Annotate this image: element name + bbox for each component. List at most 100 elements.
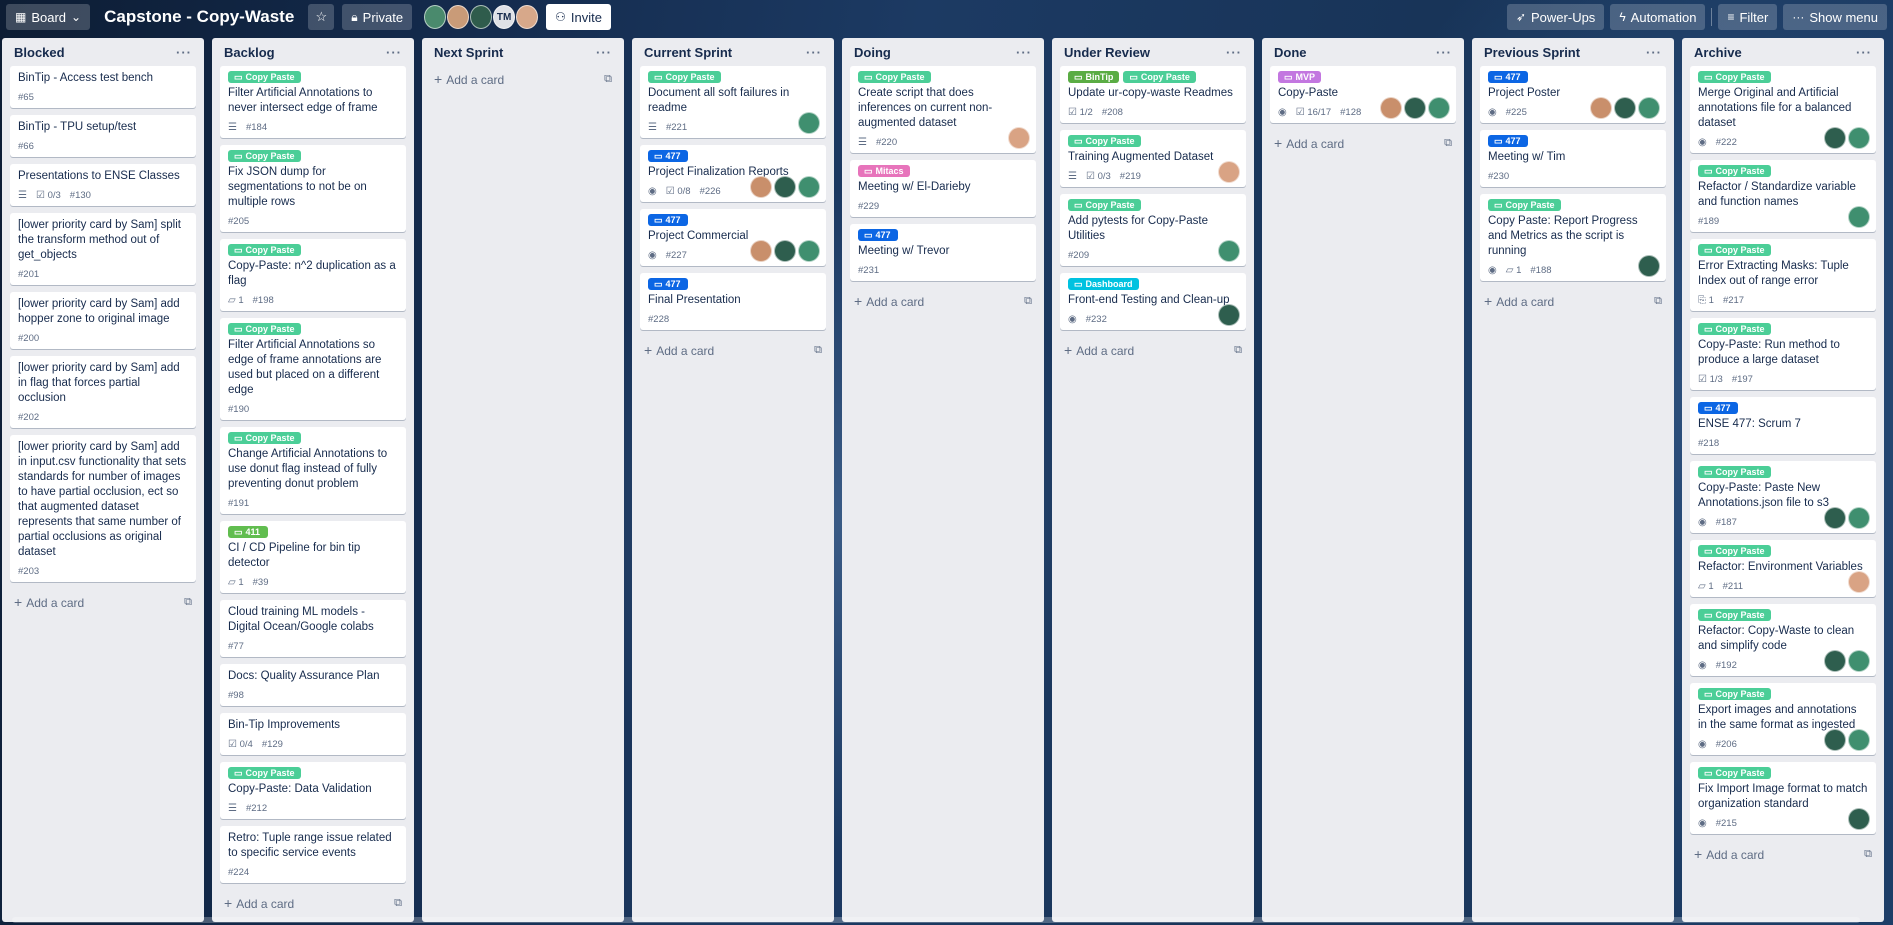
board-title[interactable]: Capstone - Copy-Waste xyxy=(98,7,300,27)
member-avatar[interactable] xyxy=(1428,97,1450,119)
card[interactable]: ▭ 477 Meeting w/ Trevor #231 xyxy=(850,224,1036,281)
card-label[interactable]: ▭ Copy Paste xyxy=(1698,767,1771,779)
card-template-icon[interactable]: ⧉ xyxy=(394,897,402,910)
card[interactable]: Bin-Tip Improvements ☑ 0/4 #129 xyxy=(220,713,406,755)
card-label[interactable]: ▭ 477 xyxy=(1698,402,1738,414)
add-card-button[interactable]: + Add a card ⧉ xyxy=(1480,288,1666,314)
card-template-icon[interactable]: ⧉ xyxy=(184,596,192,609)
list-title[interactable]: Blocked xyxy=(14,45,65,60)
card-template-icon[interactable]: ⧉ xyxy=(1864,848,1872,861)
add-card-button[interactable]: + Add a card ⧉ xyxy=(640,337,826,363)
card[interactable]: Retro: Tuple range issue related to spec… xyxy=(220,826,406,883)
card[interactable]: ▭ Copy Paste Create script that does infer… xyxy=(850,66,1036,153)
card[interactable]: ▭ 477 Final Presentation #228 xyxy=(640,273,826,330)
star-board-button[interactable]: ☆ xyxy=(308,4,335,30)
list-actions-icon[interactable]: ··· xyxy=(1226,45,1242,60)
member-avatar[interactable]: TM xyxy=(493,5,516,29)
member-avatar[interactable] xyxy=(750,176,772,198)
card-label[interactable]: ▭ Copy Paste xyxy=(1698,609,1771,621)
card[interactable]: Docs: Quality Assurance Plan #98 xyxy=(220,664,406,706)
card-label[interactable]: ▭ Copy Paste xyxy=(228,71,301,83)
add-card-button[interactable]: + Add a card ⧉ xyxy=(1270,130,1456,156)
member-avatar[interactable] xyxy=(1848,127,1870,149)
card-label[interactable]: ▭ Copy Paste xyxy=(1123,71,1196,83)
visibility-button[interactable]: 🔒︎ Private xyxy=(342,4,413,30)
member-avatar[interactable] xyxy=(1848,729,1870,751)
member-avatar[interactable] xyxy=(447,5,470,29)
member-avatar[interactable] xyxy=(1008,127,1030,149)
card-label[interactable]: ▭ Copy Paste xyxy=(1068,199,1141,211)
member-avatar[interactable] xyxy=(750,240,772,262)
card[interactable]: BinTip - TPU setup/test #66 xyxy=(10,115,196,157)
member-avatar[interactable] xyxy=(1638,255,1660,277)
card[interactable]: ▭ Copy Paste Copy-Paste: Paste New Annotat… xyxy=(1690,461,1876,533)
member-avatar[interactable] xyxy=(1848,571,1870,593)
card[interactable]: BinTip - Access test bench #65 xyxy=(10,66,196,108)
list-actions-icon[interactable]: ··· xyxy=(1646,45,1662,60)
member-avatar[interactable] xyxy=(1404,97,1426,119)
card-label[interactable]: ▭ 411 xyxy=(228,526,268,538)
member-avatar[interactable] xyxy=(1218,304,1240,326)
card-label[interactable]: ▭ Copy Paste xyxy=(228,767,301,779)
card[interactable]: ▭ Copy Paste Copy-Paste: n^2 duplication a… xyxy=(220,239,406,311)
card-label[interactable]: ▭ 477 xyxy=(1488,71,1528,83)
card-label[interactable]: ▭ Copy Paste xyxy=(648,71,721,83)
card-template-icon[interactable]: ⧉ xyxy=(814,344,822,357)
card[interactable]: ▭ Copy Paste Copy Paste: Report Progress a… xyxy=(1480,194,1666,281)
member-avatar[interactable] xyxy=(1824,729,1846,751)
card-label[interactable]: ▭ Copy Paste xyxy=(1698,323,1771,335)
card[interactable]: [lower priority card by Sam] add in inpu… xyxy=(10,435,196,582)
list-title[interactable]: Done xyxy=(1274,45,1307,60)
member-avatar[interactable] xyxy=(1590,97,1612,119)
list-actions-icon[interactable]: ··· xyxy=(806,45,822,60)
card-template-icon[interactable]: ⧉ xyxy=(604,73,612,86)
card[interactable]: ▭ Copy Paste Copy-Paste: Data Validation ☰ #… xyxy=(220,762,406,819)
card[interactable]: [lower priority card by Sam] split the t… xyxy=(10,213,196,285)
card-label[interactable]: ▭ Copy Paste xyxy=(858,71,931,83)
card[interactable]: ▭ 411 CI / CD Pipeline for bin tip detecto… xyxy=(220,521,406,593)
automation-button[interactable]: ϟ Automation xyxy=(1610,4,1706,30)
card[interactable]: ▭ 477 Project Poster ◉ #225 xyxy=(1480,66,1666,123)
list-title[interactable]: Backlog xyxy=(224,45,275,60)
card[interactable]: ▭ Copy Paste Refactor / Standardize variab… xyxy=(1690,160,1876,232)
card-label[interactable]: ▭ Copy Paste xyxy=(228,244,301,256)
card-label[interactable]: ▭ Copy Paste xyxy=(1698,244,1771,256)
card-label[interactable]: ▭ Copy Paste xyxy=(1698,466,1771,478)
card[interactable]: ▭ 477 ENSE 477: Scrum 7 #218 xyxy=(1690,397,1876,454)
card[interactable]: ▭ 477 Project Commercial ◉ #227 xyxy=(640,209,826,266)
list-title[interactable]: Under Review xyxy=(1064,45,1150,60)
member-avatar[interactable] xyxy=(516,5,539,29)
member-avatar[interactable] xyxy=(424,5,447,29)
card[interactable]: ▭ Mitacs Meeting w/ El-Darieby #229 xyxy=(850,160,1036,217)
card[interactable]: Presentations to ENSE Classes ☰ ☑ 0/3 #130 xyxy=(10,164,196,206)
card[interactable]: ▭ Copy Paste Fix JSON dump for segmentatio… xyxy=(220,145,406,232)
list-title[interactable]: Archive xyxy=(1694,45,1742,60)
add-card-button[interactable]: + Add a card ⧉ xyxy=(1690,841,1876,867)
member-avatar[interactable] xyxy=(1218,240,1240,262)
list-actions-icon[interactable]: ··· xyxy=(596,45,612,60)
member-avatar[interactable] xyxy=(470,5,493,29)
card[interactable]: [lower priority card by Sam] add in flag… xyxy=(10,356,196,428)
card-label[interactable]: ▭ 477 xyxy=(858,229,898,241)
card-label[interactable]: ▭ BinTip xyxy=(1068,71,1120,83)
add-card-button[interactable]: + Add a card ⧉ xyxy=(220,890,406,916)
list-actions-icon[interactable]: ··· xyxy=(1016,45,1032,60)
card-label[interactable]: ▭ 477 xyxy=(648,150,688,162)
add-card-button[interactable]: + Add a card ⧉ xyxy=(430,66,616,92)
member-avatar[interactable] xyxy=(798,176,820,198)
card[interactable]: ▭ Copy Paste Merge Original and Artificial… xyxy=(1690,66,1876,153)
member-avatar[interactable] xyxy=(1638,97,1660,119)
card-label[interactable]: ▭ Copy Paste xyxy=(1488,199,1561,211)
board-horizontal-scrollbar[interactable] xyxy=(12,917,1860,923)
list-title[interactable]: Next Sprint xyxy=(434,45,503,60)
card-label[interactable]: ▭ Copy Paste xyxy=(1068,135,1141,147)
list-title[interactable]: Doing xyxy=(854,45,891,60)
member-avatar[interactable] xyxy=(1380,97,1402,119)
card[interactable]: ▭ Copy Paste Change Artificial Annotations… xyxy=(220,427,406,514)
member-avatar[interactable] xyxy=(1824,127,1846,149)
card-template-icon[interactable]: ⧉ xyxy=(1024,295,1032,308)
board-view-switcher[interactable]: ▦ Board ⌄ xyxy=(6,4,91,30)
list-title[interactable]: Current Sprint xyxy=(644,45,732,60)
member-avatar[interactable] xyxy=(1848,650,1870,672)
card[interactable]: ▭ Copy Paste Export images and annotations… xyxy=(1690,683,1876,755)
